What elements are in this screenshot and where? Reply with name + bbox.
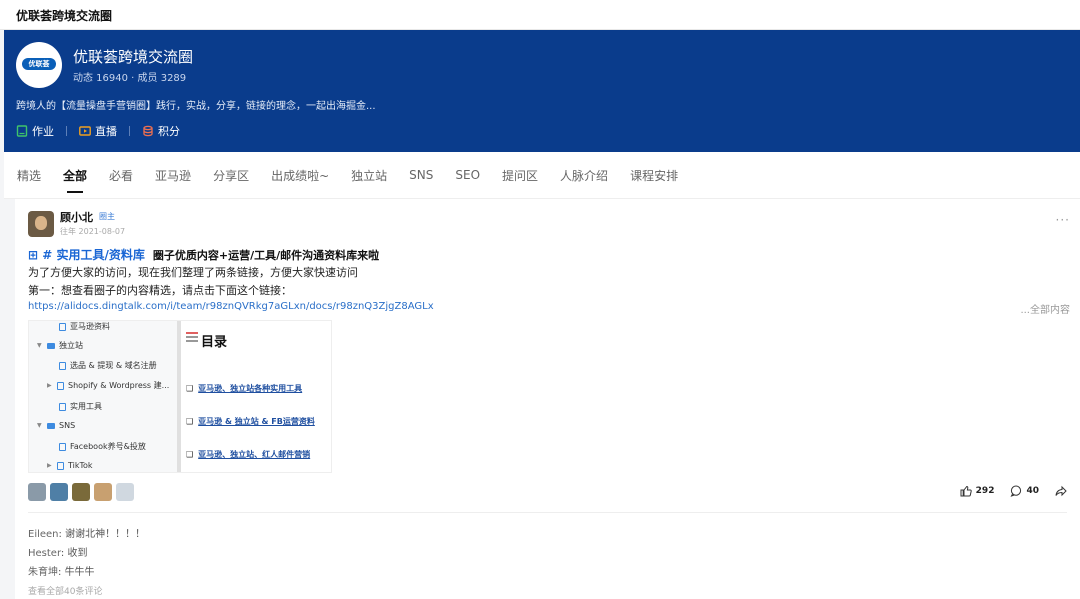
view-all-comments-link[interactable]: 查看全部40条评论	[28, 584, 102, 597]
post-actions: 292 40	[950, 485, 1067, 497]
doc-icon	[59, 322, 66, 331]
points-label: 积分	[158, 125, 180, 138]
group-links: 作业 直播 积分	[16, 123, 180, 139]
comment-icon	[1010, 485, 1022, 497]
share-button[interactable]	[1055, 485, 1067, 497]
liker-avatars	[28, 483, 134, 501]
avatar[interactable]	[116, 483, 134, 501]
tab-seo[interactable]: SEO	[455, 168, 480, 182]
points-link[interactable]: 积分	[142, 123, 180, 139]
live-label: 直播	[95, 125, 117, 138]
group-logo: 优联荟	[16, 42, 62, 88]
like-count: 292	[975, 486, 995, 496]
divider	[66, 126, 67, 136]
tab-networking[interactable]: 人脉介绍	[560, 167, 608, 184]
doc-icon	[57, 381, 64, 390]
video-icon	[79, 126, 91, 136]
category-tabs: 精选 全部 必看 亚马逊 分享区 出成绩啦~ 独立站 SNS SEO 提问区 人…	[4, 152, 1080, 199]
group-name: 优联荟跨境交流圈	[73, 48, 194, 66]
share-icon	[1055, 485, 1067, 497]
group-description: 跨境人的【流量操盘手营销圈】践行，实战，分享，链接的理念，一起出海掘金...	[16, 101, 376, 112]
divider	[129, 126, 130, 136]
live-link[interactable]: 直播	[79, 123, 117, 139]
tree-item: ▼ SNS	[37, 421, 76, 430]
full-content-link[interactable]: ...全部内容	[1020, 301, 1070, 316]
tree-item: ▶ Shopify & Wordpress 建...	[47, 381, 170, 390]
post-title-line: ⊞ # 实用工具/资料库 圈子优质内容+运营/工具/邮件沟通资料库来啦	[28, 246, 379, 263]
homework-label: 作业	[32, 125, 54, 138]
post-date: 往年 2021-08-07	[60, 227, 126, 236]
group-stats: 动态 16940 · 成员 3289	[73, 73, 187, 84]
doc-tree: 亚马逊资料 ▼ 独立站 选品 & 提现 & 域名注册 ▶ Shopify & Wor…	[29, 321, 177, 472]
doc-icon	[59, 361, 66, 370]
comment-count: 40	[1026, 486, 1039, 496]
doc-icon	[57, 461, 64, 470]
avatar[interactable]	[50, 483, 68, 501]
avatar[interactable]	[72, 483, 90, 501]
thumbs-up-icon	[960, 485, 972, 497]
window-title: 优联荟跨境交流圈	[16, 9, 113, 23]
tree-item: 选品 & 提现 & 域名注册	[59, 360, 157, 371]
top-bar: 优联荟跨境交流圈	[0, 0, 1080, 30]
tab-amazon[interactable]: 亚马逊	[155, 167, 191, 184]
doc-icon	[59, 442, 66, 451]
tree-item: 亚马逊资料	[59, 321, 110, 332]
folder-icon	[47, 422, 55, 429]
tab-all[interactable]: 全部	[63, 167, 87, 193]
topic-tag[interactable]: ⊞ # 实用工具/资料库	[28, 246, 145, 263]
author-avatar[interactable]	[28, 211, 54, 237]
coins-icon	[143, 125, 153, 137]
post-link[interactable]: https://alidocs.dingtalk.com/i/team/r98z…	[28, 301, 434, 312]
logo-mark: 优联荟	[22, 58, 56, 70]
tree-item: ▶ TikTok	[47, 461, 93, 470]
tree-item: Facebook养号&投放	[59, 441, 146, 452]
post-headline: 圈子优质内容+运营/工具/邮件沟通资料库来啦	[152, 248, 380, 262]
comment-item: Hester: 收到	[28, 548, 88, 559]
post-card: 顾小北 圈主 往年 2021-08-07 ··· ⊞ # 实用工具/资料库 圈子…	[15, 199, 1080, 599]
tab-share[interactable]: 分享区	[213, 167, 249, 184]
tree-item: 实用工具	[59, 401, 102, 412]
toc-item: ❑ 亚马逊、独立站、红人邮件营销	[186, 450, 311, 459]
post-text: 第一：想查看圈子的内容精选，请点击下面这个链接：	[28, 284, 292, 297]
comment-button[interactable]: 40	[1010, 485, 1039, 497]
group-header: 优联荟 优联荟跨境交流圈 动态 16940 · 成员 3289 跨境人的【流量操…	[4, 30, 1080, 152]
tab-results[interactable]: 出成绩啦~	[271, 167, 329, 184]
homework-link[interactable]: 作业	[16, 123, 54, 139]
avatar[interactable]	[94, 483, 112, 501]
toc-title: 目录	[201, 335, 228, 350]
like-button[interactable]: 292	[960, 485, 995, 497]
avatar[interactable]	[28, 483, 46, 501]
comment-item: Eileen: 谢谢北神！！！！	[28, 529, 146, 540]
folder-icon	[47, 342, 55, 349]
tab-independent-site[interactable]: 独立站	[351, 167, 387, 184]
toc-item: ❑ 亚马逊 & 独立站 & FB运营资料	[186, 417, 315, 426]
divider	[177, 321, 181, 472]
tree-item: ▼ 独立站	[37, 341, 83, 350]
doc-icon	[59, 402, 66, 411]
chevron-down-icon: ▼	[37, 422, 42, 429]
chevron-right-icon: ▶	[47, 462, 52, 469]
divider	[28, 512, 1067, 513]
owner-badge: 圈主	[99, 212, 115, 221]
tab-questions[interactable]: 提问区	[502, 167, 538, 184]
comment-item: 朱育坤: 牛牛牛	[28, 567, 95, 578]
post-text: 为了方便大家的访问，现在我们整理了两条链接，方便大家快速访问	[28, 266, 358, 279]
tab-featured[interactable]: 精选	[17, 167, 41, 184]
tab-must-read[interactable]: 必看	[109, 167, 133, 184]
post-image[interactable]: 亚马逊资料 ▼ 独立站 选品 & 提现 & 域名注册 ▶ Shopify & Wor…	[28, 320, 332, 473]
more-options-icon[interactable]: ···	[1056, 213, 1070, 227]
chevron-right-icon: ▶	[47, 382, 52, 389]
toc-item: ❑ 亚马逊、独立站各种实用工具	[186, 384, 303, 393]
tab-sns[interactable]: SNS	[409, 168, 433, 182]
tab-courses[interactable]: 课程安排	[630, 167, 678, 184]
chevron-down-icon: ▼	[37, 342, 42, 349]
book-icon	[16, 125, 28, 137]
list-icon	[186, 332, 198, 342]
author-name[interactable]: 顾小北	[60, 209, 93, 225]
